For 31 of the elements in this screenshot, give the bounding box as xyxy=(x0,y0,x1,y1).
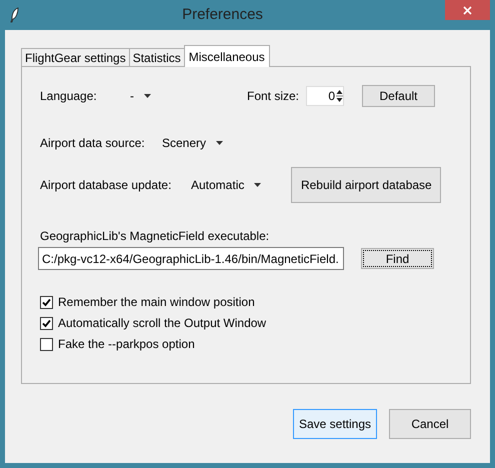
airport-data-source-dropdown[interactable]: Scenery xyxy=(162,134,224,152)
dialog-button[interactable]: Cancel xyxy=(389,409,471,439)
airport-database-update-dropdown[interactable]: Automatic xyxy=(191,176,262,194)
dropdown-arrow-icon xyxy=(254,183,262,187)
spin-arrows-icon xyxy=(336,88,343,104)
find-button[interactable]: Find xyxy=(361,248,434,269)
dropdown-arrow-icon xyxy=(216,141,224,145)
field-label: Airport data source: xyxy=(40,135,146,152)
dialog-button[interactable]: Save settings xyxy=(293,409,377,439)
checkbox-label: Remember the main window position xyxy=(58,294,255,311)
checkbox[interactable] xyxy=(40,338,53,350)
font-size-spinbox[interactable]: 0 xyxy=(306,86,344,106)
field-label: Language: xyxy=(40,88,98,105)
checkbox-label: Automatically scroll the Output Window xyxy=(58,315,266,332)
tab[interactable]: Miscellaneous xyxy=(184,45,270,67)
close-icon xyxy=(463,6,472,14)
tab[interactable]: FlightGear settings xyxy=(21,48,130,67)
field-label: Airport database update: xyxy=(40,177,172,194)
checkbox[interactable] xyxy=(40,316,53,330)
close-button[interactable] xyxy=(445,0,490,20)
path-field[interactable]: C:/pkg-vc12-x64/GeographicLib-1.46/bin/MagneticField. xyxy=(38,247,344,270)
default-button[interactable]: Default xyxy=(362,85,435,107)
rebuild-database-button[interactable]: Rebuild airport database xyxy=(291,167,442,203)
field-label: GeographicLib's MagneticField executable: xyxy=(40,228,270,243)
language-dropdown[interactable]: - xyxy=(130,87,151,105)
checkbox-label: Fake the --parkpos option xyxy=(58,336,195,353)
window-title: Preferences xyxy=(181,4,264,25)
feather-icon xyxy=(10,7,20,23)
dropdown-arrow-icon xyxy=(144,94,151,98)
checkbox[interactable] xyxy=(40,296,53,308)
field-label: Font size: xyxy=(247,88,300,105)
